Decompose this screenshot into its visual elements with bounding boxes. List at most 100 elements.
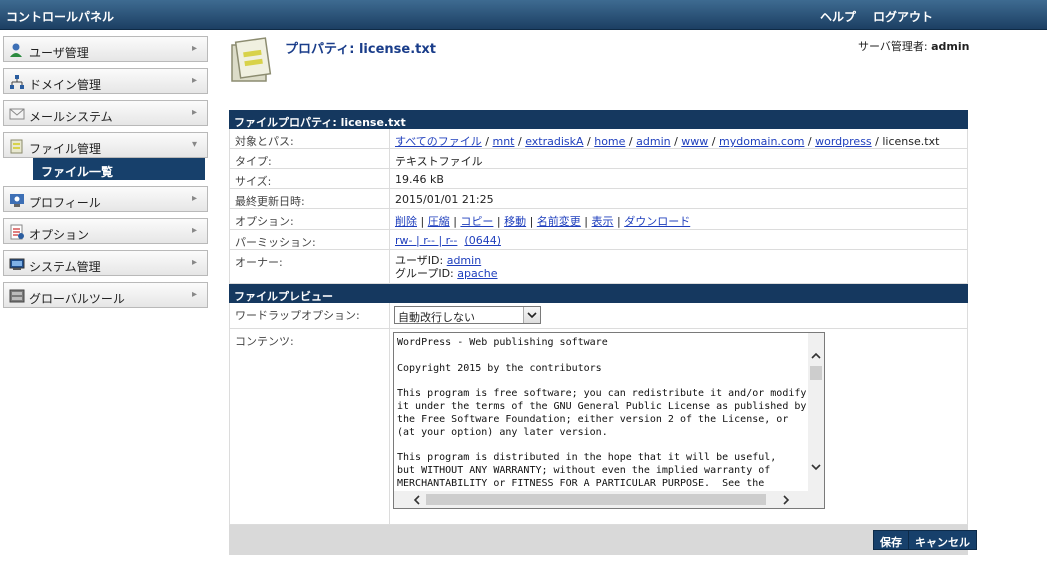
sidebar-item-label: グローバルツール xyxy=(29,292,125,306)
size-label: サイズ: xyxy=(230,169,390,188)
cancel-button[interactable]: キャンセル xyxy=(908,530,977,550)
sidebar-subitem-file-list[interactable]: ファイル一覧 xyxy=(33,158,205,180)
path-link-home[interactable]: home xyxy=(594,135,625,148)
file-properties-header: ファイルプロパティ: license.txt xyxy=(229,110,968,129)
rename-link[interactable]: 名前変更 xyxy=(537,215,581,228)
sidebar-item-domain-management[interactable]: ドメイン管理 ▸ xyxy=(3,68,208,94)
sidebar-item-label: システム管理 xyxy=(29,260,101,274)
owner-user-prefix: ユーザID: xyxy=(395,254,447,267)
option-icon xyxy=(8,224,26,240)
sidebar-item-global-tools[interactable]: グローバルツール ▸ xyxy=(3,282,208,308)
modified-label: 最終更新日時: xyxy=(230,189,390,208)
folder-icon xyxy=(8,138,26,154)
file-preview-header: ファイルプレビュー xyxy=(229,284,968,303)
sidebar-item-label: ドメイン管理 xyxy=(29,78,102,92)
permission-label: パーミッション: xyxy=(230,230,390,249)
admin-name: admin xyxy=(931,40,970,53)
options-label: オプション: xyxy=(230,209,390,229)
owner-label: オーナー: xyxy=(230,250,390,283)
admin-prefix: サーバ管理者: xyxy=(858,40,932,53)
scroll-right-icon[interactable] xyxy=(778,491,794,508)
horizontal-scrollbar[interactable] xyxy=(394,491,824,508)
vertical-scrollbar[interactable] xyxy=(808,333,824,491)
owner-user-link[interactable]: admin xyxy=(447,254,481,267)
chevron-right-icon: ▸ xyxy=(191,257,197,268)
save-button[interactable]: 保存 xyxy=(873,530,909,550)
permission-value: rw- | r-- | r-- (0644) xyxy=(395,234,501,247)
chevron-right-icon: ▸ xyxy=(191,43,197,54)
sidebar: ユーザ管理 ▸ ドメイン管理 ▸ メールシステム ▸ ファイル管理 ▾ ファイル… xyxy=(3,36,208,314)
page-title: プロパティ: license.txt xyxy=(285,42,436,57)
owner-value: ユーザID: admin グループID: apache xyxy=(395,254,498,280)
sidebar-item-user-management[interactable]: ユーザ管理 ▸ xyxy=(3,36,208,62)
copy-link[interactable]: コピー xyxy=(460,215,493,228)
sidebar-item-system-management[interactable]: システム管理 ▸ xyxy=(3,250,208,276)
compress-link[interactable]: 圧縮 xyxy=(428,215,450,228)
path-link-extradiska[interactable]: extradiskA xyxy=(525,135,583,148)
download-link[interactable]: ダウンロード xyxy=(624,215,690,228)
owner-group-link[interactable]: apache xyxy=(457,267,497,280)
vertical-scroll-thumb[interactable] xyxy=(810,366,822,380)
path-link-admin[interactable]: admin xyxy=(636,135,670,148)
path-link-wordpress[interactable]: wordpress xyxy=(815,135,872,148)
permission-octal-link[interactable]: (0644) xyxy=(464,234,501,247)
chevron-right-icon: ▸ xyxy=(191,225,197,236)
content-textarea[interactable]: WordPress - Web publishing software Copy… xyxy=(393,332,825,509)
path-link-all-files[interactable]: すべてのファイル xyxy=(395,135,482,148)
owner-group-prefix: グループID: xyxy=(395,267,458,280)
sidebar-item-mail-system[interactable]: メールシステム ▸ xyxy=(3,100,208,126)
type-row: タイプ: テキストファイル xyxy=(229,149,968,169)
chevron-down-icon xyxy=(523,307,540,323)
help-link[interactable]: ヘルプ xyxy=(820,8,856,25)
scroll-down-icon[interactable] xyxy=(808,459,824,475)
chevron-right-icon: ▸ xyxy=(191,107,197,118)
owner-row: オーナー: ユーザID: admin グループID: apache xyxy=(229,250,968,284)
top-bar: コントロールパネル ヘルプ ログアウト xyxy=(0,0,1047,30)
view-link[interactable]: 表示 xyxy=(592,215,614,228)
wrap-option-row: ワードラップオプション: xyxy=(229,303,968,329)
scroll-up-icon[interactable] xyxy=(808,347,824,363)
chevron-right-icon: ▸ xyxy=(191,75,197,86)
file-properties-icon xyxy=(228,37,276,85)
size-row: サイズ: 19.46 kB xyxy=(229,169,968,189)
type-label: タイプ: xyxy=(230,149,390,168)
move-link[interactable]: 移動 xyxy=(504,215,526,228)
type-value: テキストファイル xyxy=(395,155,483,168)
sidebar-item-file-management[interactable]: ファイル管理 ▾ xyxy=(3,132,208,158)
path-link-mnt[interactable]: mnt xyxy=(493,135,515,148)
sidebar-item-label: オプション xyxy=(29,228,90,242)
tools-icon xyxy=(8,288,26,304)
sidebar-item-label: ファイル管理 xyxy=(29,142,102,156)
sidebar-item-label: プロフィール xyxy=(29,196,101,210)
path-value: すべてのファイル / mnt / extradiskA / home / adm… xyxy=(395,135,940,148)
content-label: コンテンツ: xyxy=(230,329,390,524)
sidebar-item-profile[interactable]: プロフィール ▸ xyxy=(3,186,208,212)
admin-label: サーバ管理者: admin xyxy=(858,38,969,54)
modified-value: 2015/01/01 21:25 xyxy=(395,193,494,206)
options-value: 削除 | 圧縮 | コピー | 移動 | 名前変更 | 表示 | ダウンロード xyxy=(395,215,691,228)
chevron-down-icon: ▾ xyxy=(191,139,197,150)
chevron-right-icon: ▸ xyxy=(191,289,197,300)
content-text: WordPress - Web publishing software Copy… xyxy=(397,337,807,489)
wrap-option-select[interactable]: 自動改行しない xyxy=(394,306,541,324)
horizontal-scroll-thumb[interactable] xyxy=(426,494,766,505)
sidebar-item-option[interactable]: オプション ▸ xyxy=(3,218,208,244)
wrap-option-selected: 自動改行しない xyxy=(398,311,475,324)
logout-link[interactable]: ログアウト xyxy=(873,8,933,25)
path-link-mydomain[interactable]: mydomain.com xyxy=(719,135,804,148)
permission-link[interactable]: rw- | r-- | r-- xyxy=(395,234,457,247)
sidebar-subitem-label: ファイル一覧 xyxy=(41,165,114,179)
path-row: 対象とパス: すべてのファイル / mnt / extradiskA / hom… xyxy=(229,129,968,149)
domain-icon xyxy=(8,74,26,90)
mail-icon xyxy=(8,106,26,122)
modified-row: 最終更新日時: 2015/01/01 21:25 xyxy=(229,189,968,209)
sidebar-item-label: ユーザ管理 xyxy=(29,46,89,60)
path-link-www[interactable]: www xyxy=(681,135,708,148)
path-file: license.txt xyxy=(882,135,940,148)
sidebar-item-label: メールシステム xyxy=(29,110,113,124)
delete-link[interactable]: 削除 xyxy=(395,215,417,228)
scroll-left-icon[interactable] xyxy=(408,491,424,508)
chevron-right-icon: ▸ xyxy=(191,193,197,204)
system-icon xyxy=(8,256,26,272)
user-icon xyxy=(8,42,26,58)
